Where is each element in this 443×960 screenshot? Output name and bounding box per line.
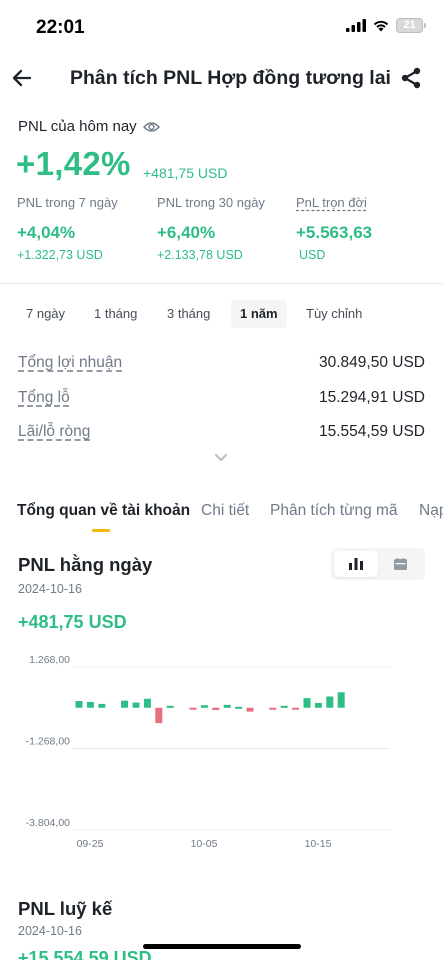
pnl-lifetime-label[interactable]: PnL trọn đời (296, 195, 367, 210)
chart-bar (212, 707, 220, 710)
bar-chart-icon (349, 558, 363, 570)
tab-per-symbol[interactable]: Phân tích từng mã (270, 502, 398, 520)
cumulative-pnl-date: 2024-10-16 (18, 924, 82, 938)
y-tick-label: 1.268,00 (29, 654, 70, 666)
page-title: Phân tích PNL Hợp đồng tương lai (70, 67, 391, 89)
battery-icon: 21 (396, 18, 426, 33)
chart-bar (303, 698, 311, 708)
back-arrow-icon[interactable] (10, 66, 34, 90)
period-1m[interactable]: 1 tháng (85, 300, 146, 328)
total-loss-label[interactable]: Tổng lỗ (18, 389, 70, 407)
daily-pnl-value: +481,75 USD (18, 612, 127, 632)
period-7d[interactable]: 7 ngày (17, 300, 74, 328)
chart-type-toggle (331, 548, 425, 580)
pnl-30d-percent: +6,40% (157, 223, 216, 242)
net-pnl-value: 15.554,59 USD (319, 423, 425, 440)
pnl-7d-label: PNL trong 7 ngày (17, 195, 118, 210)
chart-bar (86, 701, 94, 708)
chart-bar (143, 698, 151, 708)
tab-account-overview[interactable]: Tổng quan về tài khoản (17, 502, 190, 520)
chart-bar (223, 704, 231, 708)
chart-bar (269, 707, 277, 710)
y-tick-label: -3.804,00 (26, 817, 71, 829)
status-icons: 21 (346, 18, 426, 33)
chart-bar (155, 707, 163, 724)
tab-details[interactable]: Chi tiết (201, 502, 249, 520)
pnl-30d-label: PNL trong 30 ngày (157, 195, 265, 210)
chart-bar (246, 707, 254, 712)
tab-indicator (92, 529, 110, 532)
pnl-lifetime-value: +5.563,63 (296, 223, 373, 242)
bar-chart-button[interactable] (334, 551, 378, 577)
chart-bar (121, 700, 129, 708)
cumulative-pnl-value: +15.554,59 USD (18, 948, 152, 960)
pnl-7d-percent: +4,04% (17, 223, 76, 242)
chart-bar (132, 702, 140, 708)
share-icon[interactable] (399, 66, 423, 90)
divider (0, 283, 443, 284)
x-tick-label: 10-15 (305, 838, 332, 850)
cumulative-pnl-title: PNL luỹ kế (18, 898, 113, 919)
period-3m[interactable]: 3 tháng (158, 300, 219, 328)
status-time: 22:01 (36, 17, 85, 38)
today-pnl-usd: +481,75 USD (143, 165, 228, 181)
net-pnl-label[interactable]: Lãi/lỗ ròng (18, 423, 90, 441)
calendar-icon (393, 558, 407, 570)
chart-bar (337, 692, 345, 708)
y-tick-label: -1.268,00 (26, 736, 71, 748)
eye-icon[interactable] (142, 121, 160, 133)
pnl-7d-usd: +1.322,73 USD (17, 248, 103, 262)
today-pnl-label: PNL của hôm nay (18, 118, 160, 135)
today-pnl-percent: +1,42% (16, 145, 131, 182)
chart-bar (235, 706, 243, 709)
pnl-lifetime-unit: USD (299, 248, 326, 262)
home-indicator (143, 944, 301, 949)
period-1y[interactable]: 1 năm (231, 300, 287, 328)
daily-pnl-title: PNL hằng ngày (18, 554, 153, 575)
period-custom[interactable]: Tùy chỉnh (297, 300, 371, 328)
daily-pnl-chart: 1.268,00 -1.268,00 -3.804,00 09-25 10-05 10-1… (26, 654, 390, 850)
chart-bar (326, 696, 334, 708)
chevron-down-icon[interactable] (214, 453, 228, 463)
wifi-icon (373, 20, 389, 32)
chart-bar (166, 705, 174, 708)
chart-bar (314, 702, 322, 708)
tab-deposit[interactable]: Nạp (419, 502, 443, 520)
today-pnl-label-text: PNL của hôm nay (18, 118, 137, 135)
total-profit-value: 30.849,50 USD (319, 354, 425, 371)
daily-pnl-date: 2024-10-16 (18, 582, 82, 596)
pnl-30d-usd: +2.133,78 USD (157, 248, 243, 262)
signal-icon (346, 19, 366, 32)
calendar-button[interactable] (378, 551, 422, 577)
chart-bar (280, 705, 288, 708)
chart-bar (292, 707, 300, 710)
chart-bar (189, 707, 197, 710)
chart-bar (200, 705, 208, 708)
chart-bar (98, 703, 106, 708)
total-loss-value: 15.294,91 USD (319, 389, 425, 406)
x-tick-label: 10-05 (191, 838, 218, 850)
x-tick-label: 09-25 (77, 838, 104, 850)
total-profit-label[interactable]: Tổng lợi nhuận (18, 354, 122, 372)
chart-bar (75, 701, 83, 708)
